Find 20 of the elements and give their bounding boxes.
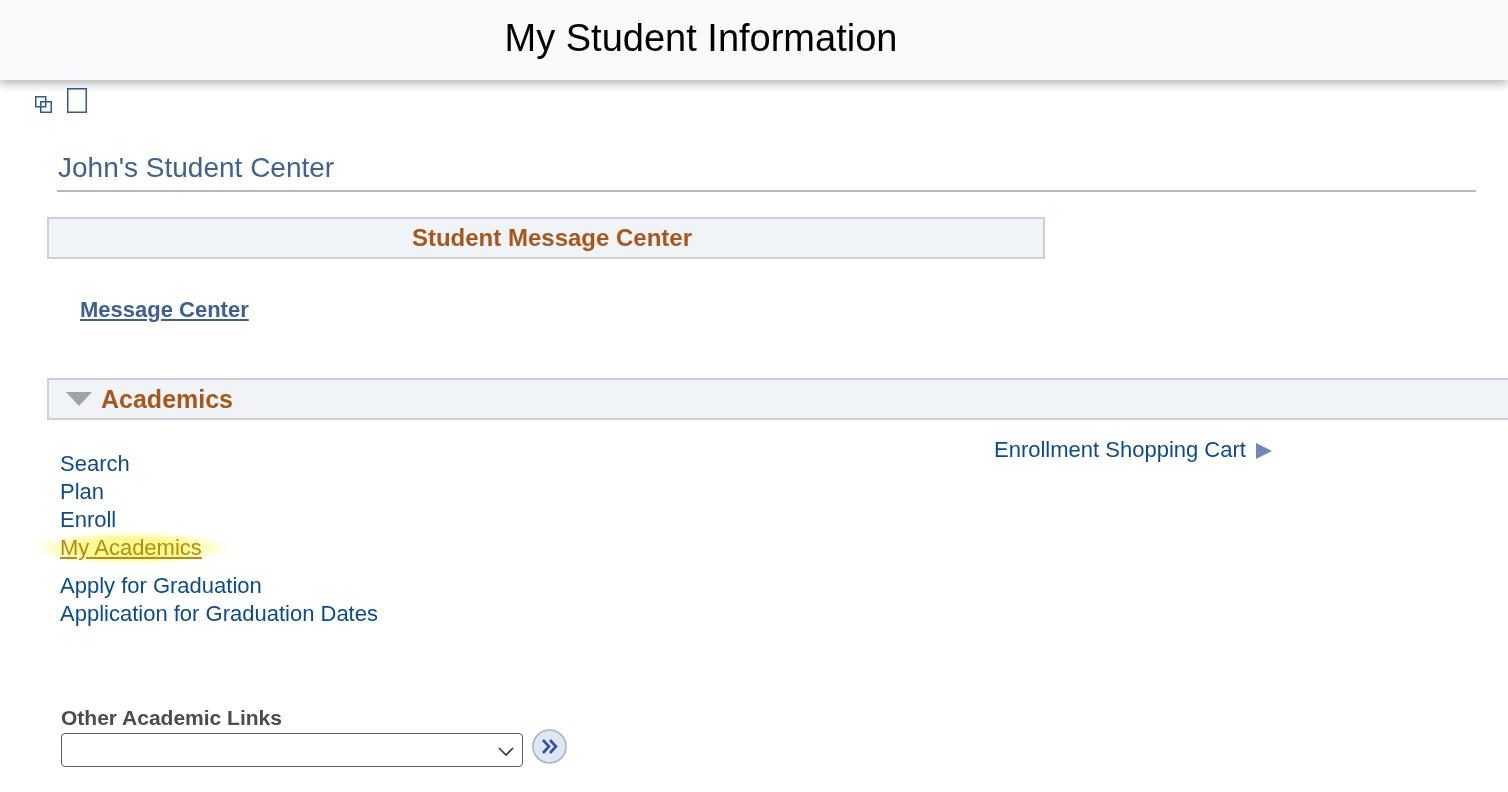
academics-link[interactable]: Plan [60, 478, 105, 506]
go-button[interactable] [532, 729, 567, 764]
rectangle-icon[interactable] [67, 88, 87, 113]
academics-link[interactable]: Search [60, 450, 130, 478]
field-label: Other Academic Links [60, 706, 283, 730]
chevron-down-icon [498, 747, 514, 756]
student-center-title: John's Student Center [57, 151, 335, 185]
page-title: My Student Information [504, 16, 898, 61]
message-center-link[interactable]: Message Center [80, 296, 249, 324]
academics-link[interactable]: Application for Graduation Dates [60, 600, 378, 628]
shopping-cart-link[interactable]: Enrollment Shopping Cart [994, 436, 1272, 464]
section-title: Student Message Center [410, 223, 693, 253]
overlapping-squares-icon[interactable] [35, 96, 52, 113]
triangle-toggle-icon[interactable] [66, 392, 92, 406]
double-chevron-icon [532, 729, 567, 764]
triangle-right-icon [1255, 443, 1272, 459]
academics-link[interactable]: Enroll [60, 506, 117, 534]
academics-link[interactable]: Apply for Graduation [60, 572, 262, 600]
section-title: Academics [101, 384, 234, 414]
dropdown-field[interactable] [61, 733, 523, 767]
